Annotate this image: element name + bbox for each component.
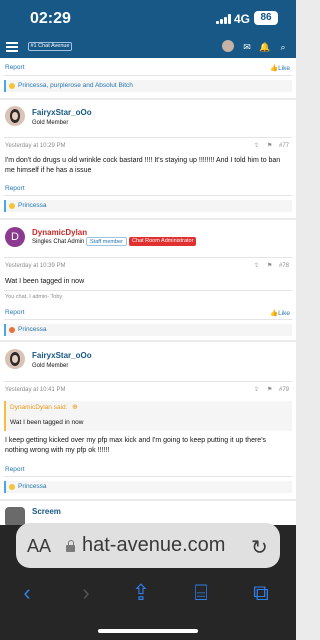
reactions-bar[interactable]: Princessa, purplerose and Absolut Bitch bbox=[4, 80, 292, 92]
divider bbox=[4, 137, 292, 138]
post-username[interactable]: FairyxStar_oOo bbox=[32, 351, 92, 360]
report-link[interactable]: Report bbox=[5, 185, 25, 192]
reaction-emoji-icon bbox=[9, 203, 15, 209]
share-icon[interactable]: ⇪ bbox=[254, 386, 259, 393]
divider bbox=[4, 476, 292, 477]
bell-icon[interactable]: 🔔 bbox=[259, 41, 271, 53]
share-icon[interactable]: ⇪ bbox=[126, 578, 156, 608]
like-label: Like bbox=[278, 310, 291, 317]
share-icon[interactable]: ⇪ bbox=[254, 262, 259, 269]
forward-icon[interactable]: › bbox=[71, 578, 101, 608]
thumbs-up-icon: 👍 bbox=[270, 310, 279, 317]
home-indicator bbox=[98, 629, 198, 633]
post-date[interactable]: Yesterday at 10:39 PM bbox=[5, 263, 65, 269]
user-title: Gold Member bbox=[32, 363, 69, 369]
reaction-emoji-icon bbox=[9, 327, 15, 333]
post-avatar[interactable] bbox=[5, 349, 25, 369]
reload-icon[interactable]: ↻ bbox=[251, 535, 268, 560]
like-button[interactable]: 👍Like bbox=[270, 309, 290, 317]
divider bbox=[4, 195, 292, 196]
signal-icon bbox=[216, 14, 231, 24]
report-link[interactable]: Report bbox=[5, 466, 25, 473]
battery-icon: 86 bbox=[254, 11, 278, 25]
lock-icon bbox=[66, 540, 75, 552]
mail-icon[interactable]: ✉ bbox=[241, 41, 253, 53]
post-body: Wat I been tagged in now bbox=[5, 278, 85, 285]
like-label: Like bbox=[278, 65, 291, 72]
staff-badge: Staff member bbox=[86, 237, 127, 246]
user-title: Gold Member bbox=[32, 120, 69, 126]
reactions-bar[interactable]: Princessa bbox=[4, 200, 292, 212]
divider bbox=[4, 75, 292, 76]
post-body: I'm don't do drugs u old wrinkle cock ba… bbox=[5, 157, 281, 174]
report-link[interactable]: Report bbox=[5, 64, 25, 71]
post-avatar[interactable] bbox=[5, 106, 25, 126]
tabs-icon[interactable]: ⧉ bbox=[246, 578, 276, 608]
reactions-bar[interactable]: Princessa bbox=[4, 324, 292, 336]
share-icon[interactable]: ⇪ bbox=[254, 142, 259, 149]
url-text[interactable]: hat-avenue.com bbox=[82, 534, 225, 557]
menu-icon[interactable] bbox=[6, 42, 18, 52]
post-avatar[interactable]: D bbox=[5, 227, 25, 247]
admin-badge: Chat Room Administrator bbox=[129, 237, 197, 246]
bookmark-icon[interactable]: ⚑ bbox=[267, 386, 272, 393]
reactions-text[interactable]: Princessa bbox=[18, 483, 47, 490]
back-icon[interactable]: ‹ bbox=[12, 578, 42, 608]
bookmark-icon[interactable]: ⚑ bbox=[267, 262, 272, 269]
reaction-emoji-icon bbox=[9, 484, 15, 490]
post-number[interactable]: #78 bbox=[279, 263, 289, 269]
reactions-text[interactable]: Princessa bbox=[18, 202, 47, 209]
post-date[interactable]: Yesterday at 10:41 PM bbox=[5, 387, 65, 393]
divider bbox=[4, 319, 292, 320]
quote-text: Wat I been tagged in now bbox=[10, 419, 84, 426]
post-previous bbox=[0, 58, 296, 98]
site-logo[interactable]: #1 Chat Avenue bbox=[28, 42, 72, 51]
reactions-bar[interactable]: Princessa bbox=[4, 481, 292, 493]
post-date[interactable]: Yesterday at 10:29 PM bbox=[5, 143, 65, 149]
bookmarks-icon[interactable]: ⌸ bbox=[186, 578, 216, 608]
network-label: 4G bbox=[234, 12, 251, 26]
bookmark-icon[interactable]: ⚑ bbox=[267, 142, 272, 149]
post-username[interactable]: Screem bbox=[32, 507, 61, 516]
reaction-emoji-icon bbox=[9, 83, 15, 89]
divider bbox=[4, 290, 292, 291]
report-link[interactable]: Report bbox=[5, 309, 25, 316]
search-icon[interactable]: ⌕ bbox=[277, 41, 289, 53]
reactions-text[interactable]: Princessa, purplerose and Absolut Bitch bbox=[18, 82, 133, 89]
divider bbox=[4, 381, 292, 382]
post-username[interactable]: DynamicDylan bbox=[32, 228, 87, 237]
post-number[interactable]: #79 bbox=[279, 387, 289, 393]
like-button[interactable]: 👍Like bbox=[270, 64, 290, 72]
status-time: 02:29 bbox=[30, 10, 71, 27]
post-username[interactable]: FairyxStar_oOo bbox=[32, 108, 92, 117]
user-title: Singles Chat Admin bbox=[32, 239, 85, 245]
quote-author[interactable]: DynamicDylan said: bbox=[10, 404, 67, 411]
reactions-text[interactable]: Princessa bbox=[18, 326, 47, 333]
post-signature: You chat, I admin- Toby bbox=[5, 294, 63, 300]
post-body: I keep getting kicked over my pfp max ki… bbox=[5, 437, 267, 454]
divider bbox=[4, 257, 292, 258]
post-number[interactable]: #77 bbox=[279, 143, 289, 149]
reader-aa-button[interactable]: AA bbox=[27, 536, 51, 557]
user-avatar[interactable] bbox=[222, 40, 234, 52]
thumbs-up-icon: 👍 bbox=[270, 65, 279, 72]
quote-arrow-icon[interactable]: ⊕ bbox=[72, 403, 78, 411]
